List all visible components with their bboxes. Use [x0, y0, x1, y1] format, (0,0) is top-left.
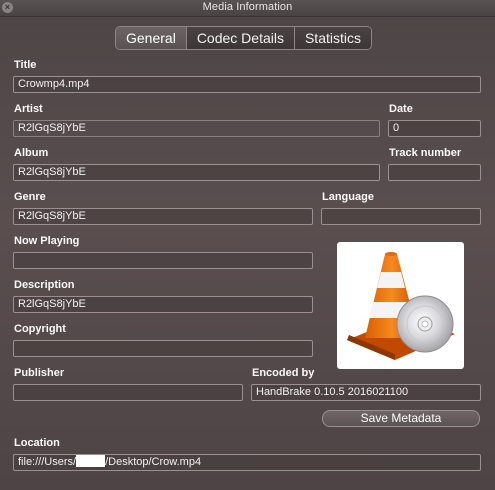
description-field[interactable]: R2lGqS8jYbE	[13, 296, 313, 313]
track-number-field[interactable]	[388, 164, 481, 181]
location-suffix: /Desktop/Crow.mp4	[105, 456, 202, 468]
media-information-window: × Media Information General Codec Detail…	[0, 0, 495, 490]
publisher-label: Publisher	[14, 367, 65, 379]
description-label: Description	[14, 279, 75, 291]
now-playing-field[interactable]	[13, 252, 313, 269]
redacted-username	[76, 455, 106, 467]
track-number-label: Track number	[389, 147, 462, 159]
vlc-cone-icon	[347, 252, 455, 360]
artist-field[interactable]: R2lGqS8jYbE	[13, 120, 380, 137]
title-bar: × Media Information	[0, 0, 495, 17]
encoded-by-field[interactable]: HandBrake 0.10.5 2016021100	[251, 384, 481, 401]
copyright-field[interactable]	[13, 340, 313, 357]
save-metadata-button[interactable]: Save Metadata	[322, 410, 480, 427]
encoded-by-label: Encoded by	[252, 367, 315, 379]
date-field[interactable]: 0	[388, 120, 481, 137]
tab-statistics[interactable]: Statistics	[294, 27, 371, 49]
now-playing-label: Now Playing	[14, 235, 80, 247]
language-label: Language	[322, 191, 374, 203]
genre-field[interactable]: R2lGqS8jYbE	[13, 208, 313, 225]
title-field[interactable]: Crowmp4.mp4	[13, 76, 481, 93]
tab-general[interactable]: General	[116, 27, 187, 49]
copyright-label: Copyright	[14, 323, 66, 335]
location-field[interactable]: file:///Users/ /Desktop/Crow.mp4	[13, 454, 481, 471]
album-field[interactable]: R2lGqS8jYbE	[13, 164, 380, 181]
date-label: Date	[389, 103, 413, 115]
artist-label: Artist	[14, 103, 43, 115]
album-label: Album	[14, 147, 49, 159]
location-prefix: file:///Users/	[18, 456, 77, 468]
tab-bar: General Codec Details Statistics	[115, 26, 372, 50]
language-field[interactable]	[321, 208, 481, 225]
publisher-field[interactable]	[13, 384, 243, 401]
tab-codec-details[interactable]: Codec Details	[186, 27, 295, 49]
artwork-image[interactable]	[337, 242, 464, 369]
window-title: Media Information	[202, 1, 293, 13]
title-label: Title	[14, 59, 37, 71]
genre-label: Genre	[14, 191, 46, 203]
location-label: Location	[14, 437, 60, 449]
